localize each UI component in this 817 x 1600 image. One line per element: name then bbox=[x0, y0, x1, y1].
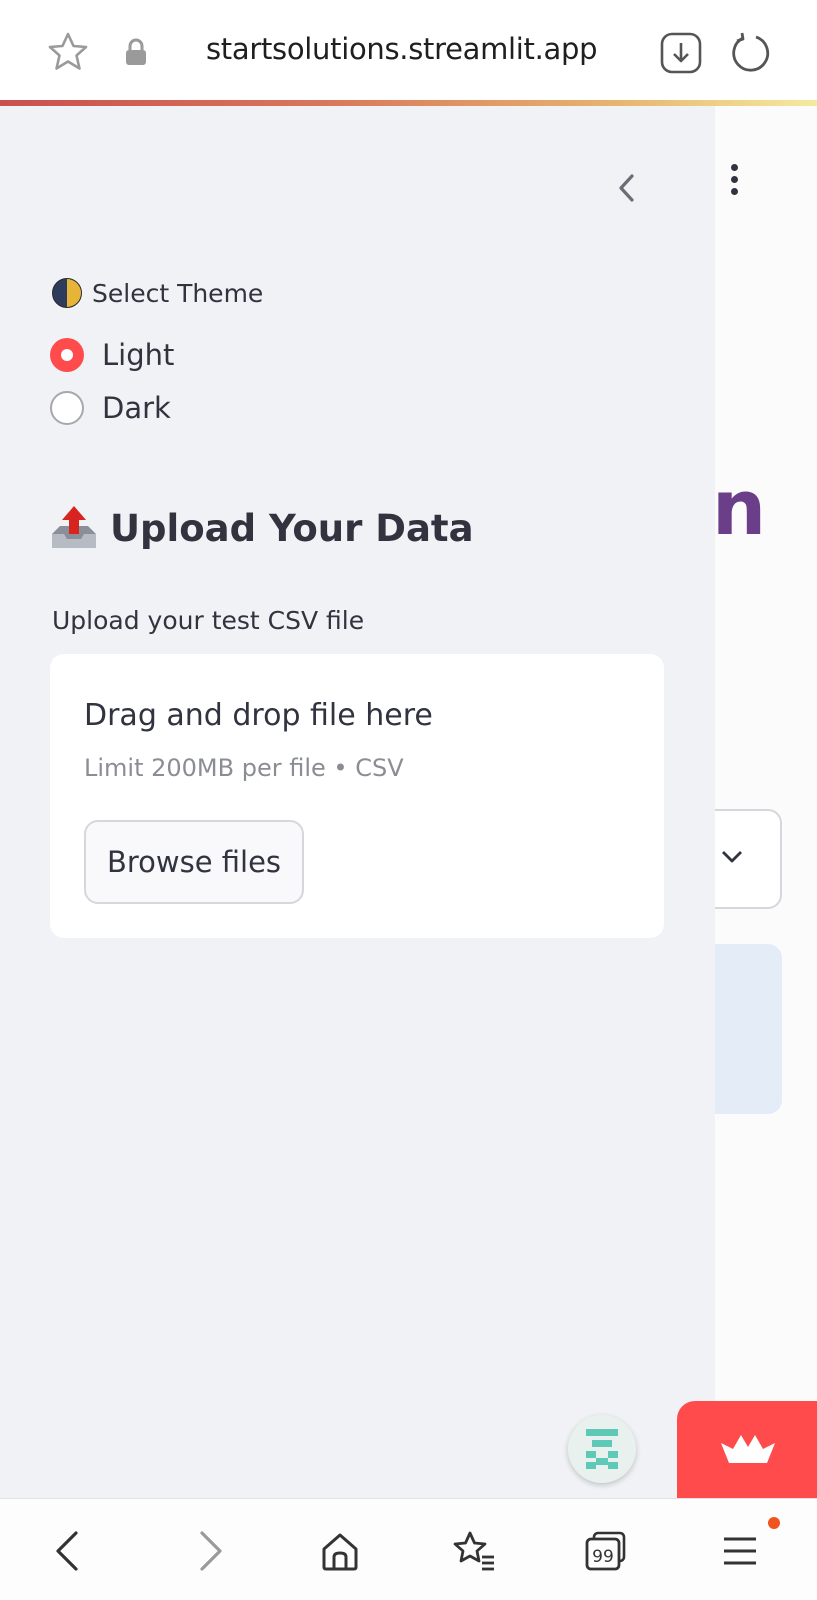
bookmarks-icon[interactable] bbox=[452, 1529, 496, 1573]
theme-option-label: Dark bbox=[102, 391, 171, 425]
menu-icon[interactable] bbox=[718, 1529, 762, 1573]
browse-files-button[interactable]: Browse files bbox=[84, 820, 304, 904]
theme-option-label: Light bbox=[102, 338, 175, 372]
app-menu-icon[interactable] bbox=[728, 164, 740, 200]
address-bar-url[interactable]: startsolutions.streamlit.app bbox=[206, 32, 598, 66]
theme-label-text: Select Theme bbox=[92, 278, 264, 308]
outbox-tray-icon bbox=[52, 506, 96, 548]
collapse-sidebar-icon[interactable] bbox=[612, 170, 642, 206]
tab-count: 99 bbox=[592, 1547, 614, 1567]
tabs-button[interactable]: 99 bbox=[584, 1529, 628, 1573]
file-dropzone[interactable]: Drag and drop file here Limit 200MB per … bbox=[50, 654, 664, 938]
dropzone-limit-text: Limit 200MB per file • CSV bbox=[84, 754, 404, 782]
back-icon[interactable] bbox=[48, 1529, 92, 1573]
radio-selected-icon[interactable] bbox=[50, 338, 84, 372]
file-uploader-label: Upload your test CSV file bbox=[52, 606, 365, 635]
browser-toolbar: startsolutions.streamlit.app bbox=[0, 0, 817, 103]
theme-option-dark[interactable]: Dark bbox=[50, 391, 171, 425]
download-icon[interactable] bbox=[660, 32, 702, 74]
bookmark-star-icon[interactable] bbox=[46, 30, 90, 74]
home-icon[interactable] bbox=[318, 1529, 362, 1573]
crown-boat-icon bbox=[721, 1435, 775, 1463]
sidebar: Select Theme Light Dark Upload Your Data… bbox=[0, 106, 715, 1498]
streamlit-fab[interactable] bbox=[568, 1415, 636, 1483]
theme-option-light[interactable]: Light bbox=[50, 338, 174, 372]
chevron-down-icon bbox=[722, 851, 742, 863]
notification-dot bbox=[768, 1517, 780, 1529]
streamlit-hosted-badge[interactable] bbox=[677, 1401, 817, 1501]
upload-heading: Upload Your Data bbox=[48, 504, 474, 552]
page-title-fragment: n bbox=[712, 463, 767, 552]
radio-unselected-icon[interactable] bbox=[50, 391, 84, 425]
lock-icon[interactable] bbox=[124, 38, 148, 66]
upload-heading-text: Upload Your Data bbox=[110, 506, 474, 550]
forward-icon[interactable] bbox=[186, 1529, 230, 1573]
reload-icon[interactable] bbox=[728, 30, 772, 74]
app-logo-icon bbox=[586, 1429, 618, 1469]
dropzone-title: Drag and drop file here bbox=[84, 698, 433, 733]
browser-bottom-bar: 99 bbox=[0, 1498, 817, 1600]
theme-radio-label: Select Theme bbox=[52, 278, 263, 308]
moon-icon bbox=[52, 278, 82, 308]
